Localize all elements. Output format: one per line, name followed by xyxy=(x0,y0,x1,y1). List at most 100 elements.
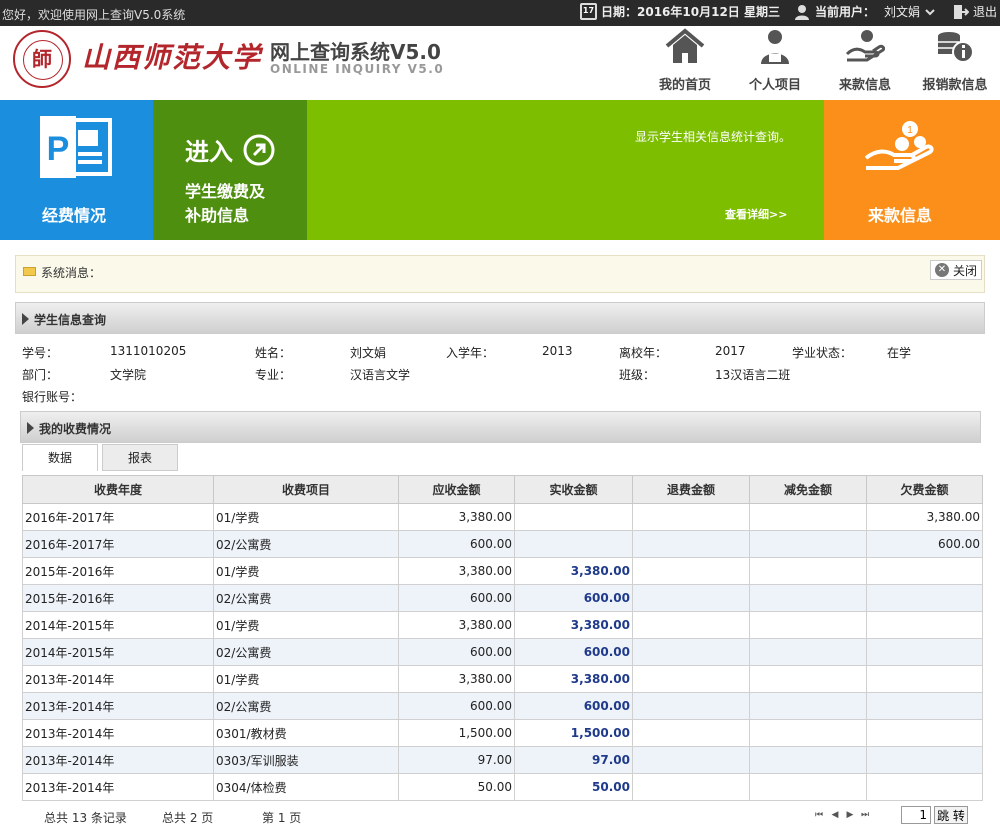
tile-incoming-funds[interactable]: 1 来款信息 xyxy=(824,100,1000,240)
table-row[interactable]: 2016年-2017年 01/学费 3,380.00 3,380.00 xyxy=(22,503,983,531)
first-page-icon[interactable]: ⏮ xyxy=(814,810,824,820)
tile-student-fees[interactable]: 进入 学生缴费及 补助信息 xyxy=(153,100,307,240)
system-subtitle: ONLINE INQUIRY V5.0 xyxy=(270,62,445,76)
nav-reimbursement[interactable]: 报销款信息 xyxy=(910,26,1000,100)
table-cell: 2015年-2016年 xyxy=(22,557,214,585)
table-cell xyxy=(632,503,750,531)
table-cell: 0304/体检费 xyxy=(213,773,399,801)
table-cell: 02/公寓费 xyxy=(213,692,399,720)
table-cell xyxy=(632,584,750,612)
close-label: 关闭 xyxy=(953,263,978,278)
table-cell xyxy=(749,773,867,801)
table-cell: 1,500.00 xyxy=(514,719,633,747)
table-cell: 50.00 xyxy=(514,773,633,801)
nav-incoming-funds[interactable]: 来款信息 xyxy=(820,26,910,100)
table-row[interactable]: 2013年-2014年 0301/教材费 1,500.00 1,500.00 xyxy=(22,719,983,747)
table-cell xyxy=(749,530,867,558)
col-amount-paid[interactable]: 实收金额 xyxy=(514,475,633,504)
tile-funding[interactable]: P 经费情况 xyxy=(0,100,153,240)
table-cell xyxy=(514,503,633,531)
col-fee-item[interactable]: 收费项目 xyxy=(213,475,399,504)
page-number-input[interactable] xyxy=(901,806,931,824)
tile-funding-label: 经费情况 xyxy=(42,206,107,225)
col-amount-due[interactable]: 应收金额 xyxy=(398,475,515,504)
col-refund-amount[interactable]: 退费金额 xyxy=(632,475,750,504)
home-icon xyxy=(665,28,705,63)
table-row[interactable]: 2013年-2014年 01/学费 3,380.00 3,380.00 xyxy=(22,665,983,693)
top-bar: 您好，欢迎使用网上查询V5.0系统 17 日期：2016年10月12日 星期三 … xyxy=(0,0,1000,26)
table-cell xyxy=(866,584,983,612)
user-icon xyxy=(761,30,789,64)
tile-statistics: 显示学生相关信息统计查询。 查看详细>> xyxy=(307,100,824,240)
pager-total-pages: 总共 2 页 xyxy=(162,811,214,825)
next-page-icon[interactable]: ▶ xyxy=(845,810,855,820)
system-message-bar: 系统消息： ✕ 关闭 xyxy=(15,255,985,293)
table-cell: 02/公寓费 xyxy=(213,638,399,666)
tab-report[interactable]: 报表 xyxy=(102,444,178,471)
table-cell: 3,380.00 xyxy=(514,611,633,639)
study-status-value: 在学 xyxy=(887,346,912,360)
table-row[interactable]: 2015年-2016年 01/学费 3,380.00 3,380.00 xyxy=(22,557,983,585)
table-cell xyxy=(866,611,983,639)
nav-incoming-funds-label: 来款信息 xyxy=(838,78,891,93)
col-fee-year[interactable]: 收费年度 xyxy=(22,475,214,504)
go-page-button[interactable]: 跳 转 xyxy=(934,806,968,824)
table-row[interactable]: 2013年-2014年 0303/军训服装 97.00 97.00 xyxy=(22,746,983,774)
table-cell: 600.00 xyxy=(398,584,515,612)
nav-home-label: 我的首页 xyxy=(658,78,711,93)
table-row[interactable]: 2016年-2017年 02/公寓费 600.00 600.00 xyxy=(22,530,983,558)
table-cell: 2013年-2014年 xyxy=(22,746,214,774)
student-id-value: 1311010205 xyxy=(110,344,187,358)
leave-year-value: 2017 xyxy=(715,344,746,358)
table-cell xyxy=(749,665,867,693)
pager-current-page: 第 1 页 xyxy=(262,811,302,825)
svg-text:1: 1 xyxy=(907,125,913,136)
fee-table-header-row: 收费年度 收费项目 应收金额 实收金额 退费金额 减免金额 欠费金额 xyxy=(22,475,983,504)
nav-personal-projects-label: 个人项目 xyxy=(748,78,801,93)
student-info-header: 学生信息查询 xyxy=(15,302,985,334)
table-cell: 3,380.00 xyxy=(398,665,515,693)
current-user-menu[interactable]: 当前用户： 刘文娟 xyxy=(794,3,935,20)
table-cell: 01/学费 xyxy=(213,611,399,639)
logout-button[interactable]: 退出 xyxy=(953,3,997,20)
table-row[interactable]: 2014年-2015年 02/公寓费 600.00 600.00 xyxy=(22,638,983,666)
prev-page-icon[interactable]: ◀ xyxy=(830,810,840,820)
fee-table: 收费年度 收费项目 应收金额 实收金额 退费金额 减免金额 欠费金额 2016年… xyxy=(22,475,983,801)
svg-text:P: P xyxy=(47,130,70,168)
col-waiver-amount[interactable]: 减免金额 xyxy=(749,475,867,504)
triangle-right-icon xyxy=(27,422,34,434)
nav-home[interactable]: 我的首页 xyxy=(640,26,730,100)
enroll-year-label: 入学年： xyxy=(446,346,495,360)
table-cell xyxy=(866,665,983,693)
hand-money-icon xyxy=(845,30,885,62)
table-cell: 01/学费 xyxy=(213,557,399,585)
table-cell: 01/学费 xyxy=(213,665,399,693)
table-cell: 2014年-2015年 xyxy=(22,611,214,639)
table-row[interactable]: 2013年-2014年 02/公寓费 600.00 600.00 xyxy=(22,692,983,720)
welcome-text: 您好，欢迎使用网上查询V5.0系统 xyxy=(2,8,186,22)
close-button[interactable]: ✕ 关闭 xyxy=(930,260,982,280)
tile-incoming-funds-label: 来款信息 xyxy=(868,206,933,225)
last-page-icon[interactable]: ⏭ xyxy=(860,810,870,820)
table-row[interactable]: 2014年-2015年 01/学费 3,380.00 3,380.00 xyxy=(22,611,983,639)
table-cell xyxy=(632,557,750,585)
table-cell: 2013年-2014年 xyxy=(22,773,214,801)
table-cell xyxy=(866,773,983,801)
university-seal-logo: 師 xyxy=(13,30,71,88)
table-cell: 01/学费 xyxy=(213,503,399,531)
table-cell xyxy=(632,746,750,774)
col-arrears-amount[interactable]: 欠费金额 xyxy=(866,475,983,504)
table-cell: 97.00 xyxy=(398,746,515,774)
table-row[interactable]: 2013年-2014年 0304/体检费 50.00 50.00 xyxy=(22,773,983,801)
table-cell: 600.00 xyxy=(514,692,633,720)
calendar-icon: 17 xyxy=(580,3,597,20)
triangle-right-icon xyxy=(22,313,29,325)
nav-personal-projects[interactable]: 个人项目 xyxy=(730,26,820,100)
view-details-link[interactable]: 查看详细>> xyxy=(725,206,787,222)
table-cell: 2016年-2017年 xyxy=(22,503,214,531)
table-cell xyxy=(632,719,750,747)
table-row[interactable]: 2015年-2016年 02/公寓费 600.00 600.00 xyxy=(22,584,983,612)
tile-student-fees-line1: 学生缴费及 xyxy=(185,182,266,201)
tab-data[interactable]: 数据 xyxy=(22,444,98,471)
table-cell: 02/公寓费 xyxy=(213,530,399,558)
